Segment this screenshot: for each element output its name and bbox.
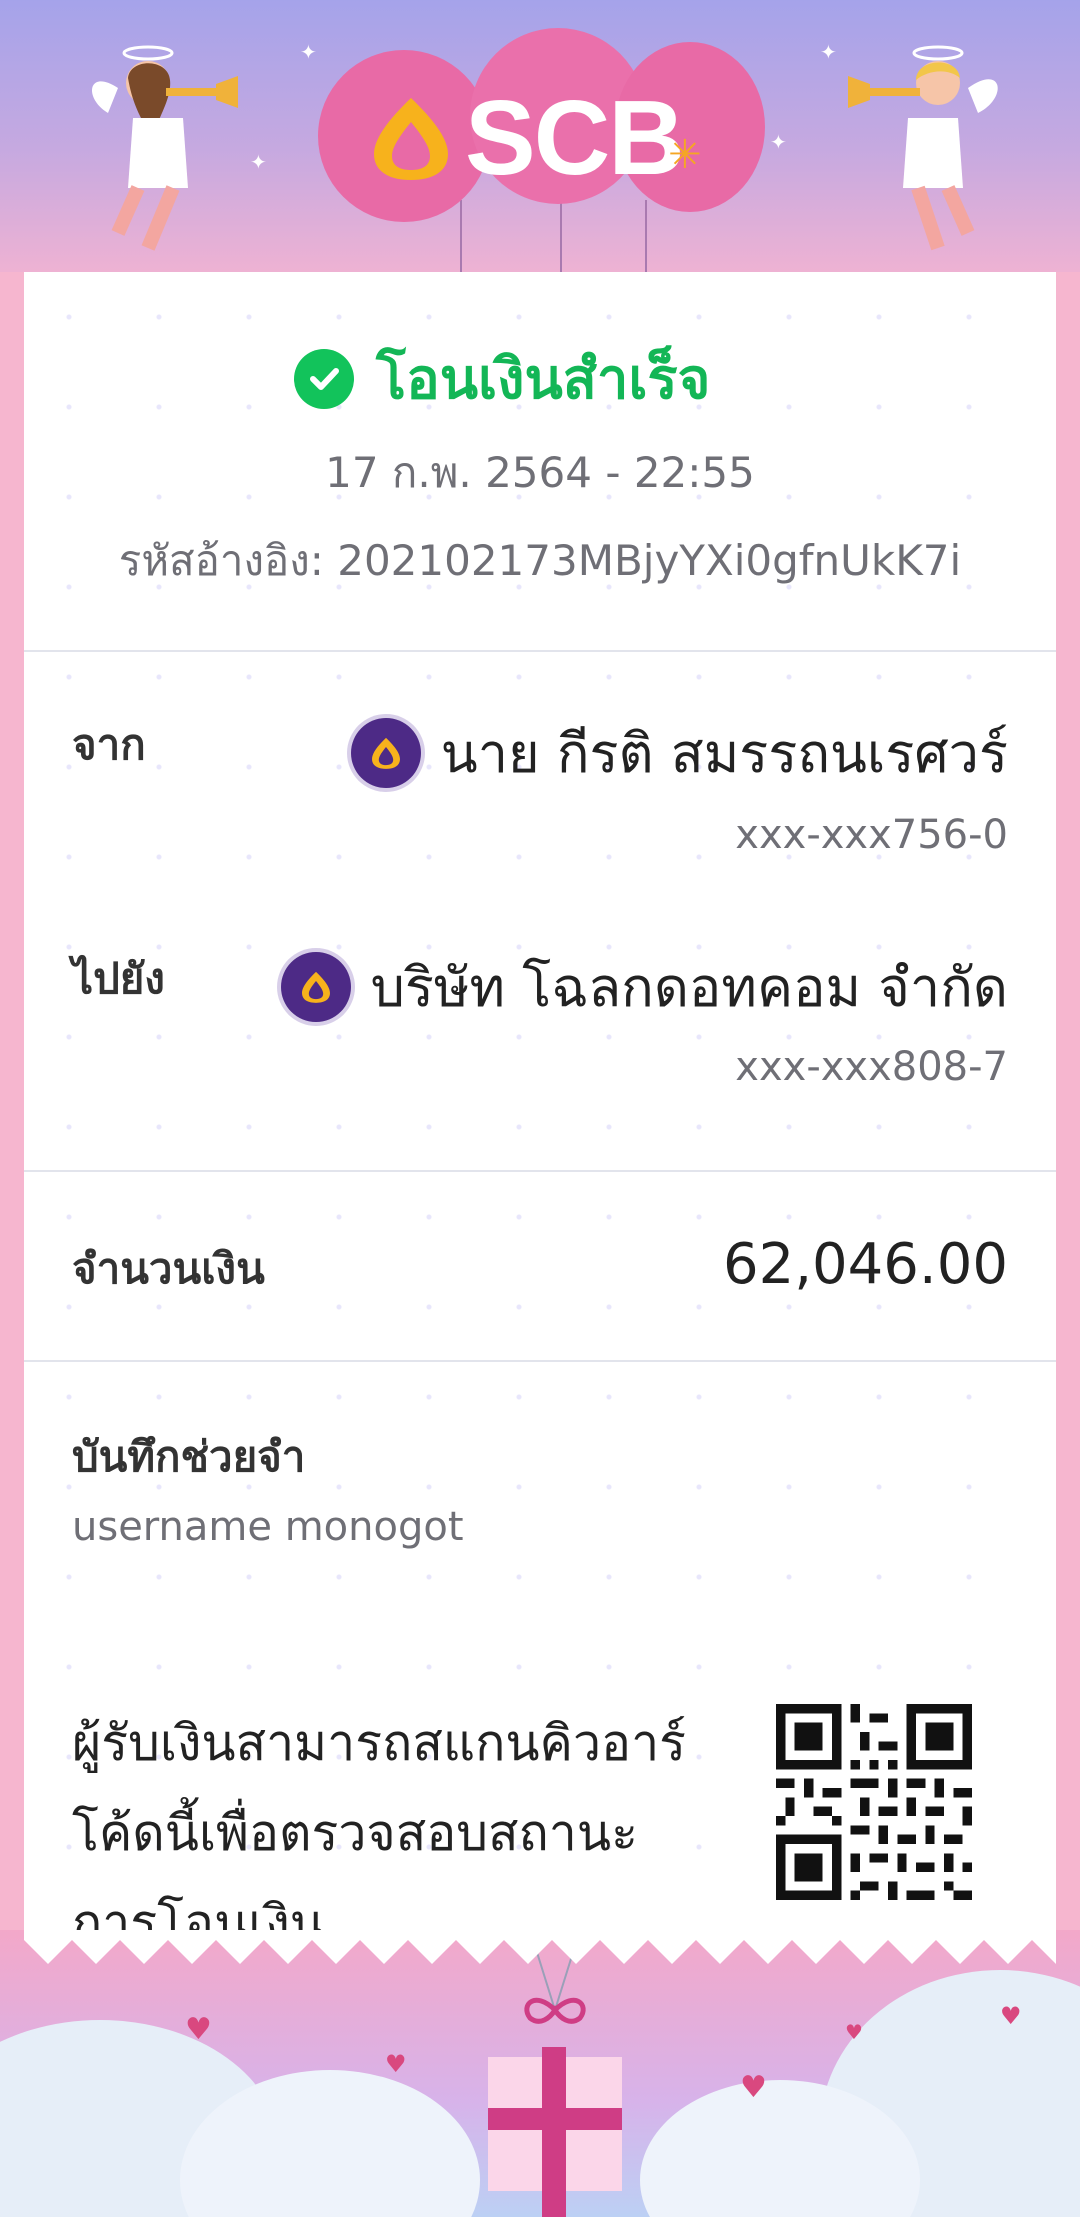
cupid-left-illustration (91, 45, 238, 251)
from-label: จาก (72, 720, 146, 769)
qr-code[interactable] (776, 1704, 972, 1900)
spark-icon: ✳ (668, 132, 702, 178)
footer-decoration: ♥ ♥ ♥ ♥ ♥ (0, 1930, 1080, 2217)
to-name: บริษัท โฉลกดอทคอม จำกัด (370, 956, 1008, 1019)
to-account: xxx-xxx808-7 (735, 1044, 1008, 1090)
sparkle-icon: ✦ (820, 40, 837, 64)
reference-number: รหัสอ้างอิง: 202102173MBjyYXi0gfnUkK7i (118, 536, 962, 585)
header-banner: ✦ ✦ ✦ ✦ SCB ✳ (0, 0, 1080, 272)
to-label: ไปยัง (72, 954, 165, 1003)
divider (24, 1360, 1056, 1362)
sparkle-icon: ✦ (770, 130, 787, 154)
heart-icon: ♥ (740, 2070, 767, 2105)
heart-icon: ♥ (845, 2020, 863, 2044)
scb-bank-icon (280, 952, 351, 1022)
qr-instruction: ผู้รับเงินสามารถสแกนคิวอาร์โค้ดนี้เพื่อต… (72, 1714, 687, 1952)
memo-label: บันทึกช่วยจำ (72, 1432, 306, 1481)
divider (24, 650, 1056, 652)
from-name: นาย กีรติ สมรรถนเรศวร์ (440, 722, 1008, 785)
heart-icon: ♥ (1000, 2002, 1022, 2030)
torn-edge (24, 1930, 1056, 1964)
transfer-slip-card: โอนเงินสำเร็จ 17 ก.พ. 2564 - 22:55 รหัสอ… (24, 272, 1056, 1962)
transfer-status: โอนเงินสำเร็จ (294, 334, 710, 423)
sparkle-icon: ✦ (300, 40, 317, 64)
transfer-datetime: 17 ก.พ. 2564 - 22:55 (325, 448, 755, 497)
check-circle-icon (294, 348, 354, 409)
scb-lotus-icon (374, 98, 448, 180)
divider (24, 1170, 1056, 1172)
brand-logo: SCB (465, 79, 685, 197)
amount-value: 62,046.00 (722, 1232, 1008, 1297)
heart-icon: ♥ (385, 2050, 407, 2078)
from-account: xxx-xxx756-0 (735, 812, 1008, 858)
memo-value: username monogot (72, 1504, 464, 1550)
heart-icon: ♥ (185, 2012, 212, 2047)
scb-bank-icon (350, 718, 421, 788)
to-party: บริษัท โฉลกดอทคอม จำกัด (280, 944, 1008, 1030)
from-party: นาย กีรติ สมรรถนเรศวร์ (350, 710, 1008, 796)
cupid-right-illustration (848, 45, 998, 251)
amount-label: จำนวนเงิน (72, 1244, 265, 1293)
sparkle-icon: ✦ (250, 150, 267, 174)
status-text: โอนเงินสำเร็จ (376, 347, 711, 412)
